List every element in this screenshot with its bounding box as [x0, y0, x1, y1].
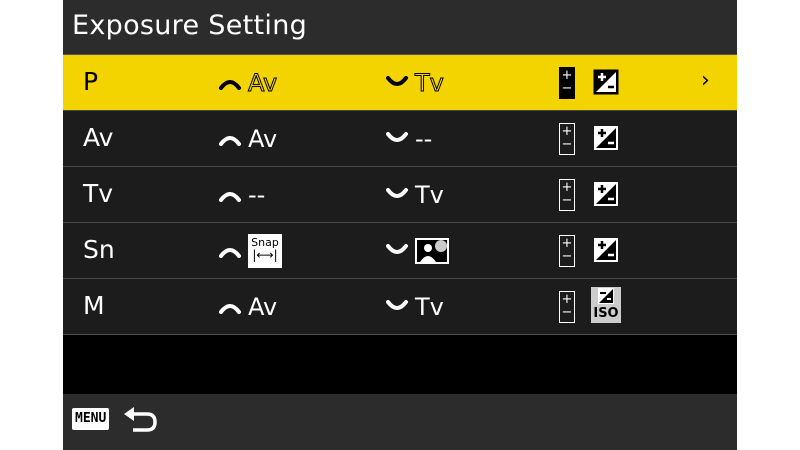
mode-label: Tv	[83, 179, 114, 208]
rear-dial-setting: Tv	[385, 69, 445, 98]
menu-button[interactable]: MENU	[72, 408, 110, 430]
scene-exposure-icon	[415, 238, 449, 264]
rear-dial-icon	[386, 188, 408, 198]
rear-dial-setting: Tv	[385, 181, 444, 209]
front-dial-value: --	[248, 181, 266, 209]
exposure-compensation-icon	[593, 69, 619, 95]
bottom-bar: MENU	[63, 394, 737, 450]
exposure-row-p[interactable]: P Av Tv + − ›	[63, 55, 737, 111]
exposure-row-m[interactable]: M Av Tv + − ISO	[63, 279, 737, 335]
front-dial-setting: Av	[218, 125, 277, 153]
front-dial-icon	[219, 136, 241, 146]
plus-minus-button-icon: + −	[559, 67, 575, 99]
front-dial-icon	[219, 304, 241, 314]
rear-dial-value: Tv	[415, 69, 445, 98]
rear-dial-setting	[385, 237, 449, 265]
exposure-compensation-icon	[594, 182, 618, 206]
chevron-right-icon: ›	[701, 68, 710, 93]
snap-focus-distance-icon: Snap |⟷|	[248, 234, 282, 268]
rear-dial-setting: Tv	[385, 293, 444, 321]
exposure-compensation-icon	[594, 126, 618, 150]
front-dial-value: Av	[247, 69, 278, 98]
plus-minus-button-icon: + −	[559, 179, 575, 211]
mode-label: Av	[83, 123, 114, 152]
camera-screen: Exposure Setting P Av Tv + − › Av Av -- …	[63, 0, 737, 450]
mode-label: Sn	[83, 235, 115, 264]
plus-minus-button-icon: + −	[559, 123, 575, 155]
front-dial-setting: --	[218, 181, 265, 209]
rear-dial-icon	[386, 76, 408, 86]
front-dial-icon	[219, 248, 241, 258]
exposure-row-sn[interactable]: Sn Snap |⟷| + −	[63, 223, 737, 279]
back-arrow-icon[interactable]	[123, 406, 159, 434]
mode-label: M	[83, 291, 105, 320]
rear-dial-icon	[386, 244, 408, 254]
page-title: Exposure Setting	[72, 10, 308, 41]
rear-dial-icon	[386, 132, 408, 142]
exposure-row-tv[interactable]: Tv -- Tv + −	[63, 167, 737, 223]
front-dial-icon	[219, 80, 241, 90]
exposure-row-av[interactable]: Av Av -- + −	[63, 111, 737, 167]
plus-minus-button-icon: + −	[559, 291, 575, 323]
front-dial-value: Av	[248, 293, 278, 321]
front-dial-setting: Snap |⟷|	[218, 234, 282, 268]
empty-area	[63, 336, 737, 394]
iso-exposure-icon: ISO	[591, 287, 621, 323]
title-bar: Exposure Setting	[63, 0, 737, 55]
rear-dial-value: Tv	[415, 293, 444, 321]
plus-minus-button-icon: + −	[559, 235, 575, 267]
front-dial-setting: Av	[218, 69, 278, 98]
rear-dial-setting: --	[385, 125, 432, 153]
mode-label: P	[83, 67, 99, 96]
rear-dial-value: --	[415, 125, 433, 153]
front-dial-icon	[219, 192, 241, 202]
exposure-compensation-icon	[594, 238, 618, 262]
rear-dial-icon	[386, 300, 408, 310]
rear-dial-value: Tv	[415, 181, 444, 209]
front-dial-setting: Av	[218, 293, 277, 321]
front-dial-value: Av	[248, 125, 278, 153]
exposure-settings-list: P Av Tv + − › Av Av -- + − Tv -- Tv + − …	[63, 55, 737, 335]
